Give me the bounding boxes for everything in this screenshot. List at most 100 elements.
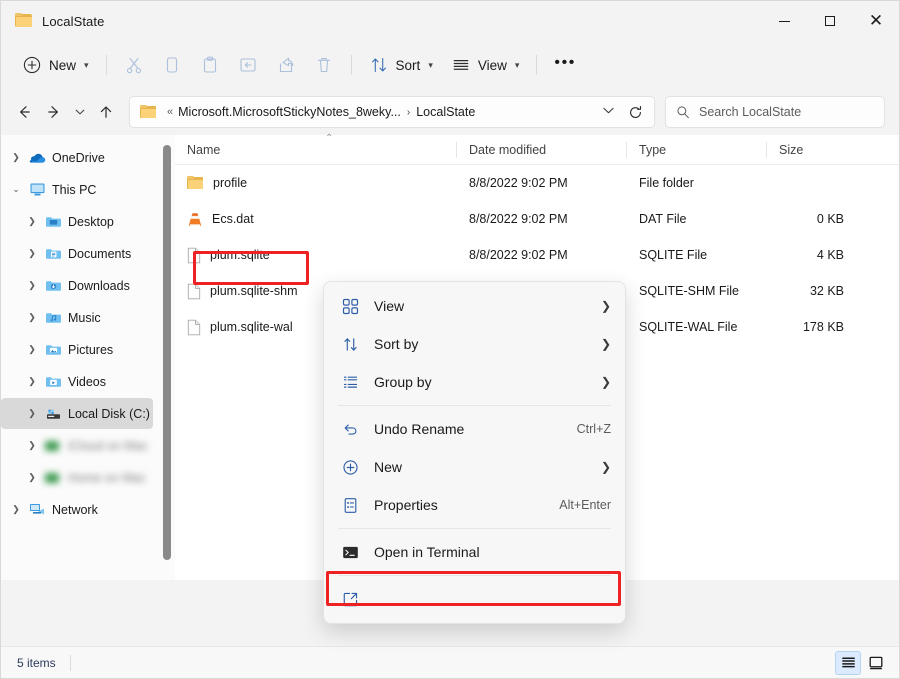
menu-item-show-more-options[interactable] (328, 580, 621, 618)
list-view-toggle[interactable] (863, 651, 889, 675)
share-button[interactable] (267, 49, 305, 81)
sidebar-item-network[interactable]: ❯ Network (1, 494, 153, 525)
sidebar-item-onedrive[interactable]: ❯ OneDrive (1, 142, 153, 173)
network-icon (29, 502, 46, 518)
menu-item-label: New (374, 459, 403, 475)
sidebar-item-pictures[interactable]: ❯ Pictures (1, 334, 153, 365)
onedrive-cloud-icon (29, 150, 46, 166)
column-headers: Name ⌃ Date modified Type Size (175, 133, 899, 165)
chevron-right-icon[interactable]: ❯ (25, 472, 39, 483)
generic-file-icon (187, 283, 201, 300)
menu-item-group-by[interactable]: Group by ❯ (328, 363, 621, 401)
menu-item-sort-by[interactable]: Sort by ❯ (328, 325, 621, 363)
folder-icon (187, 176, 204, 190)
file-size-cell: 0 KB (816, 212, 844, 226)
up-button[interactable] (91, 97, 121, 127)
menu-item-label: Sort by (374, 336, 419, 352)
file-size-cell: 32 KB (809, 284, 844, 298)
back-arrow-icon (20, 106, 30, 118)
maximize-button[interactable] (807, 1, 853, 41)
ellipsis-icon: ••• (554, 54, 577, 71)
sidebar-item-local-disk-c[interactable]: ❯ Local Disk (C:) (1, 398, 153, 429)
back-button[interactable] (9, 97, 39, 127)
music-folder-icon (45, 310, 62, 326)
chevron-right-icon[interactable]: ❯ (9, 152, 23, 163)
sidebar-item-this-pc[interactable]: ⌄ This PC (1, 174, 153, 205)
refresh-icon (630, 105, 642, 118)
column-header-name[interactable]: Name ⌃ (175, 133, 457, 165)
menu-item-undo-rename[interactable]: Undo Rename Ctrl+Z (328, 410, 621, 448)
paste-button[interactable] (191, 49, 229, 81)
chevron-right-icon[interactable]: ❯ (9, 504, 23, 515)
menu-item-view[interactable]: View ❯ (328, 287, 621, 325)
address-dropdown-button[interactable] (594, 104, 623, 120)
sidebar-item-network-drive-2[interactable]: ❯ Home on Mac (1, 462, 153, 493)
delete-button[interactable] (305, 49, 343, 81)
chevron-right-icon[interactable]: ❯ (25, 440, 39, 451)
view-icon (453, 59, 469, 70)
search-box[interactable]: Search LocalState (665, 96, 885, 128)
refresh-button[interactable] (623, 105, 648, 120)
scrollbar-thumb[interactable] (163, 145, 171, 560)
column-header-date-modified[interactable]: Date modified (457, 135, 627, 165)
close-button[interactable]: ✕ (853, 1, 899, 41)
new-button[interactable]: New ▾ (13, 49, 98, 81)
sidebar-item-music[interactable]: ❯ Music (1, 302, 153, 333)
search-input[interactable]: Search LocalState (699, 105, 801, 119)
plus-circle-icon (340, 457, 360, 477)
chevron-right-icon[interactable]: ❯ (25, 280, 39, 291)
sidebar-item-downloads[interactable]: ❯ Downloads (1, 270, 153, 301)
minimize-button[interactable] (761, 1, 807, 41)
menu-item-open-in-terminal[interactable]: Open in Terminal (328, 533, 621, 571)
sidebar-item-network-drive-1[interactable]: ❯ iCloud on Mac (1, 430, 153, 461)
chevron-right-icon[interactable]: ❯ (25, 312, 39, 323)
chevron-right-icon[interactable]: ❯ (25, 216, 39, 227)
menu-separator (338, 528, 611, 529)
view-button[interactable]: View ▾ (442, 49, 529, 81)
toolbar-divider-3 (536, 55, 538, 75)
sidebar-item-videos[interactable]: ❯ Videos (1, 366, 153, 397)
chevron-right-icon[interactable]: ❯ (25, 248, 39, 259)
column-header-type[interactable]: Type (627, 135, 767, 165)
sidebar-item-label: iCloud on Mac (68, 438, 148, 453)
rename-button[interactable] (229, 49, 267, 81)
chevron-right-icon[interactable]: ❯ (25, 376, 39, 387)
menu-item-accelerator: Alt+Enter (559, 498, 611, 512)
recent-locations-button[interactable] (69, 97, 91, 127)
table-row[interactable]: Ecs.dat 8/8/2022 9:02 PM DAT File 0 KB (175, 201, 899, 237)
up-arrow-icon (100, 106, 112, 118)
column-label: Name (187, 142, 221, 157)
file-date-cell: 8/8/2022 9:02 PM (469, 212, 568, 226)
more-options-button[interactable]: ••• (545, 49, 585, 81)
details-view-toggle[interactable] (835, 650, 861, 675)
chevron-right-icon[interactable]: ❯ (25, 344, 39, 355)
breadcrumb-overflow[interactable]: « (167, 106, 173, 118)
copy-button[interactable] (153, 49, 191, 81)
menu-item-properties[interactable]: Properties Alt+Enter (328, 486, 621, 524)
file-date-cell: 8/8/2022 9:02 PM (469, 176, 568, 190)
delete-icon (317, 58, 330, 73)
sidebar-item-label: This PC (52, 182, 97, 197)
sidebar-item-label: Downloads (68, 278, 130, 293)
chevron-down-icon: ▾ (428, 59, 433, 70)
cut-button[interactable] (115, 49, 153, 81)
forward-button[interactable] (39, 97, 69, 127)
breadcrumb-item-1[interactable]: LocalState (416, 105, 475, 119)
chevron-right-icon[interactable]: ❯ (25, 408, 39, 419)
sort-button[interactable]: Sort ▾ (360, 49, 442, 81)
navigation-pane-scrollbar[interactable] (159, 135, 175, 580)
file-name-cell: plum.sqlite (175, 247, 457, 264)
address-bar[interactable]: « Microsoft.MicrosoftStickyNotes_8weky..… (129, 96, 655, 128)
folder-icon (15, 13, 33, 29)
pictures-folder-icon (45, 342, 62, 358)
sidebar-item-desktop[interactable]: ❯ Desktop (1, 206, 153, 237)
breadcrumb-item-0[interactable]: Microsoft.MicrosoftStickyNotes_8weky... (178, 105, 401, 119)
column-header-size[interactable]: Size (767, 135, 862, 165)
table-row[interactable]: profile 8/8/2022 9:02 PM File folder (175, 165, 899, 201)
chevron-down-icon[interactable]: ⌄ (9, 184, 23, 195)
sidebar-item-label: OneDrive (52, 150, 105, 165)
file-name: profile (213, 176, 248, 190)
sidebar-item-documents[interactable]: ❯ Documents (1, 238, 153, 269)
table-row[interactable]: plum.sqlite 8/8/2022 9:02 PM SQLITE File… (175, 237, 899, 273)
menu-item-new[interactable]: New ❯ (328, 448, 621, 486)
